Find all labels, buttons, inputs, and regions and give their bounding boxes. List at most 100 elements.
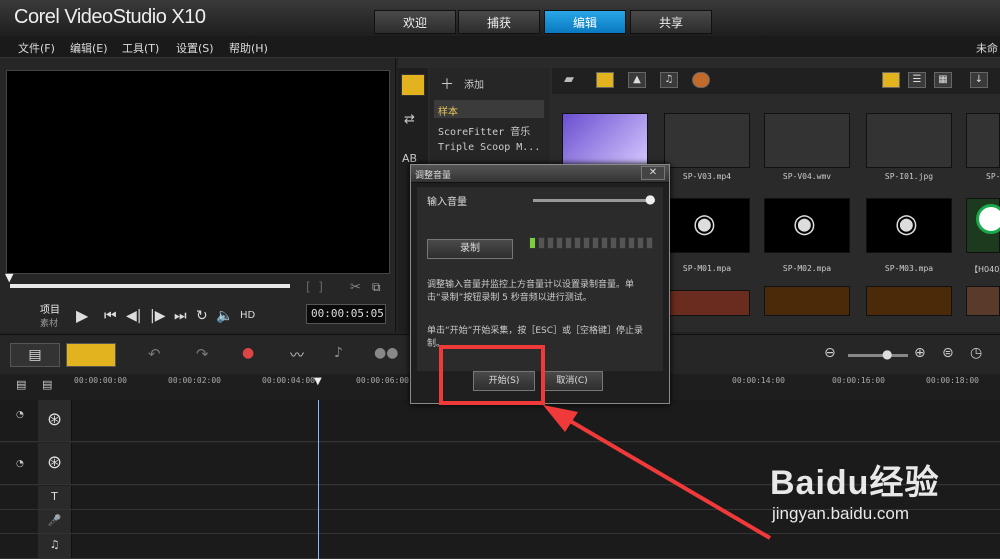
effects-filter-icon[interactable] [692, 72, 710, 88]
ruler-tick: 00:00:02:00 [168, 376, 221, 385]
nav-item-scorefitter[interactable]: ScoreFitter 音乐 [438, 123, 530, 138]
dialog-close-button[interactable]: ✕ [641, 166, 665, 180]
import-icon[interactable]: ↓ [970, 72, 988, 88]
level-meter-segment [592, 237, 599, 249]
list-view-icon[interactable]: ☰ [908, 72, 926, 88]
input-volume-slider[interactable] [533, 199, 655, 202]
thumbnail-view-icon[interactable] [882, 72, 900, 88]
mode-project[interactable]: 项目 [40, 301, 60, 316]
voice-track-header[interactable]: 🎤 [38, 510, 72, 533]
sound-mixer-icon[interactable]: 〰 [290, 345, 304, 365]
undo-icon[interactable]: ↶ [148, 345, 161, 363]
enlarge-icon[interactable]: ⧉ [372, 280, 381, 295]
thumbnail-label: SP-I01.jpg [884, 172, 934, 181]
scissors-icon[interactable]: ✂ [350, 280, 361, 295]
folder-icon[interactable]: ▰ [564, 72, 574, 87]
level-meter-segment [556, 237, 563, 249]
video-track[interactable]: ◔ ⊛ [0, 400, 1000, 442]
tab-edit[interactable]: 编辑 [544, 10, 626, 34]
redo-icon[interactable]: ↷ [196, 345, 209, 363]
playhead-marker[interactable]: ▼ [314, 376, 322, 387]
input-volume-slider-handle[interactable]: ● [645, 192, 655, 206]
thumbnail-sp-m02[interactable]: ◉ [764, 198, 850, 253]
thumbnail-row3[interactable] [966, 286, 1000, 316]
project-duration-icon[interactable]: ◷ [970, 345, 982, 361]
fit-project-icon[interactable]: ⊜ [942, 345, 954, 361]
trim-markers[interactable]: [ ] [306, 280, 323, 294]
record-button[interactable]: 录制 [427, 239, 513, 259]
zoom-slider-handle[interactable]: ● [882, 347, 892, 361]
transition-category-icon[interactable]: ⇄ [404, 112, 415, 127]
thumbnail-video[interactable] [562, 113, 648, 168]
thumbnail-row3[interactable] [764, 286, 850, 316]
thumbnail-sp-i01[interactable] [866, 113, 952, 168]
track-lock-icon[interactable]: ◔ [16, 410, 24, 420]
track-lock-icon[interactable]: ◔ [16, 459, 24, 469]
audio-filter-icon[interactable]: ♫ [660, 72, 678, 88]
scrubber-handle[interactable]: ▼ [5, 271, 13, 284]
thumbnail-row3[interactable] [664, 290, 750, 316]
thumbnail-label: SP-M03.mpa [884, 264, 934, 273]
mode-clip[interactable]: 素材 [40, 316, 58, 329]
thumbnail-sp-v03[interactable] [664, 113, 750, 168]
menu-help[interactable]: 帮助(H) [229, 40, 268, 56]
ruler-tick: 00:00:14:00 [732, 376, 785, 385]
timecode-field[interactable]: 00:00:05:05 [306, 304, 386, 324]
add-folder-label[interactable]: 添加 [464, 76, 484, 91]
wifi-icon [976, 204, 1000, 234]
menu-file[interactable]: 文件(F) [18, 40, 55, 56]
timeline-view-icon[interactable] [66, 343, 116, 367]
dialog-title-bar[interactable]: 调整音量 ✕ [411, 165, 669, 183]
app-brand: Corel VideoStudio X10 [14, 6, 206, 28]
menu-edit[interactable]: 编辑(E) [70, 40, 108, 56]
tab-capture[interactable]: 捕获 [458, 10, 540, 34]
nav-item-samples[interactable]: 样本 [438, 103, 458, 118]
tab-welcome[interactable]: 欢迎 [374, 10, 456, 34]
scrub-bar[interactable] [10, 284, 290, 288]
video-filter-icon[interactable] [596, 72, 614, 88]
music-track[interactable]: ♫ [0, 534, 1000, 559]
zoom-out-icon[interactable]: ⊖ [824, 345, 836, 361]
cancel-button[interactable]: 取消(C) [541, 371, 603, 391]
add-icon[interactable]: ＋ [440, 74, 454, 94]
track-manager-icon[interactable]: ▤ [16, 378, 26, 391]
zoom-in-icon[interactable]: ⊕ [914, 345, 926, 361]
menu-tools[interactable]: 工具(T) [122, 40, 159, 56]
nav-item-triple-scoop[interactable]: Triple Scoop M... [438, 142, 540, 153]
auto-music-icon[interactable]: ♪ [334, 345, 343, 361]
record-capture-icon[interactable]: ● [242, 345, 254, 361]
photo-filter-icon[interactable]: ▲ [628, 72, 646, 88]
repeat-icon[interactable]: ↻ [196, 308, 208, 324]
music-track-header[interactable]: ♫ [38, 534, 72, 558]
thumbnail-sp-m03[interactable]: ◉ [866, 198, 952, 253]
project-name: 未命 [976, 42, 998, 55]
thumbnail-label: 【H040】 [970, 265, 1000, 274]
video-track-header[interactable]: ⊛ [38, 400, 72, 441]
thumbnail-label: SP-V03.mp4 [682, 172, 732, 181]
hd-toggle[interactable]: HD [240, 310, 255, 321]
next-frame-icon[interactable]: |▶ [150, 308, 165, 324]
storyboard-view-icon[interactable]: ▤ [10, 343, 60, 367]
play-icon[interactable]: ▶ [76, 306, 88, 325]
previous-frame-icon[interactable]: ◀| [126, 308, 141, 324]
motion-tracking-icon[interactable]: ●● [374, 345, 398, 361]
end-icon[interactable]: ⏭ [174, 308, 187, 324]
thumbnail-sp-m01[interactable]: ◉ [664, 198, 750, 253]
home-icon[interactable]: ⏮ [104, 308, 117, 324]
thumbnail-sp-v04[interactable] [764, 113, 850, 168]
title-track-header[interactable]: T [38, 486, 72, 509]
tab-share[interactable]: 共享 [630, 10, 712, 34]
thumbnail-partial[interactable] [966, 113, 1000, 168]
volume-icon[interactable]: 🔈 [216, 308, 233, 324]
level-meter-segment [574, 237, 581, 249]
music-disc-icon: ◉ [693, 209, 716, 239]
overlay-track-header[interactable]: ⊛ [38, 443, 72, 484]
thumbnail-row3[interactable] [866, 286, 952, 316]
zoom-slider[interactable] [848, 354, 908, 357]
menu-settings[interactable]: 设置(S) [176, 40, 214, 56]
music-disc-icon: ◉ [895, 209, 918, 239]
film-reel-icon: ⊛ [46, 452, 63, 473]
grid-view-icon[interactable]: ▦ [934, 72, 952, 88]
chapter-icon[interactable]: ▤ [42, 378, 52, 391]
media-category-icon[interactable] [401, 74, 425, 96]
